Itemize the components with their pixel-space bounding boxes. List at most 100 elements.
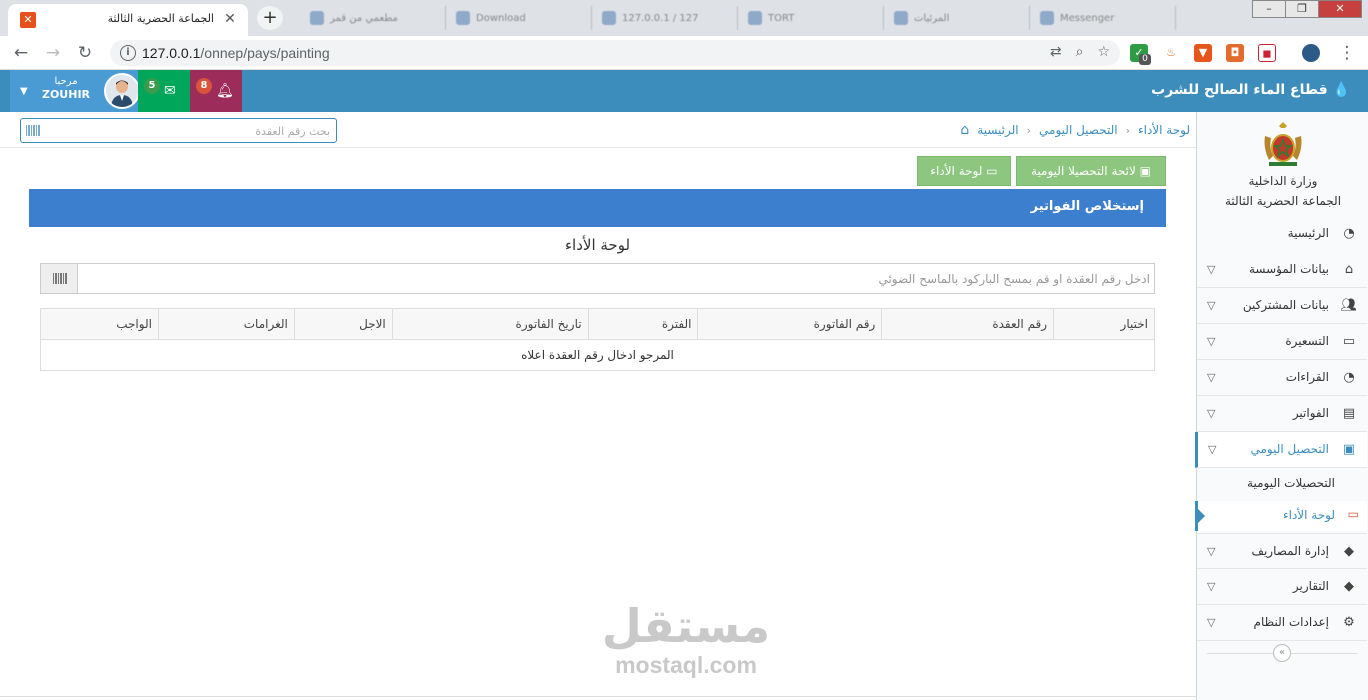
sidebar-item-pricing[interactable]: ▭ التسعيرة ▽ [1197,324,1367,360]
user-menu[interactable]: ▼ مرحبا ZOUHIR [10,70,140,112]
url-host: 127.0.0.1 [142,45,201,61]
messages-badge: 5 [144,78,160,94]
extension-ublock-icon[interactable]: ◼ [1258,44,1276,62]
sidebar-subitem-dashboard[interactable]: لوحة الأداء ▭ [1195,501,1367,531]
column-header-penalties[interactable]: الغرامات [157,308,295,340]
translate-icon[interactable]: ⇄ [1050,44,1062,60]
tab-favicon-icon [748,11,762,25]
background-tab[interactable]: مطعمي من قمر [300,6,446,30]
column-header-invoice-number[interactable]: رقم الفاتورة [697,308,883,340]
subbar: ⌂ الرئيسية ‹ التحصيل اليومي ‹ لوحة الأدا… [0,112,1196,148]
users-icon: 👥︎ [1340,298,1357,313]
extension-badge: 0 [1139,54,1151,65]
home-icon: ⌂ [1344,262,1354,277]
breadcrumb-daily-collection[interactable]: التحصيل اليومي [1039,123,1118,137]
money-icon: ▣ [1139,164,1151,178]
contract-search-box [20,118,337,143]
breadcrumb-dashboard[interactable]: لوحة الأداء [1138,123,1190,137]
background-tab-title: Download [476,12,526,24]
sidebar-item-readings[interactable]: ◔ القراءات ▽ [1197,360,1367,396]
app-brand[interactable]: 💧 قطاع الماء الصالح للشرب [1151,82,1350,98]
brand-title: قطاع الماء الصالح للشرب [1151,82,1328,98]
background-tab[interactable]: Download [446,6,592,30]
notifications-badge: 8 [196,78,212,94]
address-bar[interactable]: i 127.0.0.1/onnep/pays/painting ⇄ ⌕ ☆ [110,40,1120,66]
sidebar-item-label: بيانات المؤسسة [1248,262,1329,276]
background-tab[interactable]: TORT [738,6,884,30]
column-header-due-date[interactable]: الاجل [293,308,393,340]
chevron-down-icon: ▽ [1207,299,1216,312]
daily-collections-list-label: لائحة التحصيلا اليومية [1030,164,1136,178]
sidebar-item-settings[interactable]: ⚙ إعدادات النظام ▽ [1197,605,1367,641]
user-avatar-icon [111,80,133,107]
sidebar-item-expenses[interactable]: ◆ إدارة المصاريف ▽ [1197,533,1367,569]
browser-tab-title: الجماعة الحضرية الثالثة [107,12,214,25]
column-header-invoice-date[interactable]: تاريخ الفاتورة [391,308,589,340]
browser-menu-icon[interactable]: ⋮ [1336,42,1358,64]
file-icon: ▤ [1342,406,1356,421]
new-tab-button[interactable]: + [257,6,283,30]
background-tab-title: TORT [768,12,795,24]
contract-barcode-input[interactable] [90,268,1150,289]
footer-divider [0,696,1196,697]
zoom-icon[interactable]: ⌕ [1076,44,1084,60]
background-tab[interactable]: 127.0.0.1 / 127 [592,6,738,30]
barcode-addon[interactable] [41,264,78,293]
column-header-period[interactable]: الفترة [587,308,699,340]
bookmark-star-icon[interactable]: ☆ [1097,44,1110,60]
brave-shield-icon[interactable]: ▼ [1194,44,1212,62]
sidebar-item-reports[interactable]: ◆ التقارير ▽ [1197,569,1367,605]
sidebar-item-daily-collection[interactable]: ▣ التحصيل اليومي ▽ [1195,432,1367,468]
sidebar-item-label: إدارة المصاريف [1251,544,1329,558]
monitor-icon: ▭ [986,164,998,178]
dashboard-button[interactable]: ▭ لوحة الأداء [917,156,1011,186]
sidebar-item-home[interactable]: ◔ الرئيسية [1197,216,1367,252]
column-header-contract-number[interactable]: رقم العقدة [881,308,1055,340]
sidebar-item-invoices[interactable]: ▤ الفواتير ▽ [1197,396,1367,432]
chevron-down-icon: ▽ [1207,263,1216,276]
money-icon: ▣ [1342,442,1356,457]
active-pointer-icon [1197,508,1205,524]
address-url[interactable]: 127.0.0.1/onnep/pays/painting [142,45,330,61]
maximize-button[interactable]: ❐ [1285,0,1319,18]
extension-bag-icon[interactable]: ◘ [1226,44,1244,62]
tab-favicon-icon [602,11,616,25]
chevron-down-icon: ▽ [1207,371,1216,384]
panel-title: إستخلاص الفواتير [1030,199,1144,214]
watermark-latin: mostaql.com [615,652,757,678]
watermark-arabic: مستقل [601,599,771,653]
org-ministry: وزارة الداخلية [1248,174,1318,188]
back-arrow-icon[interactable]: ← [10,42,32,64]
sidebar-collapse-button[interactable]: « [1273,644,1291,662]
breadcrumb-home[interactable]: الرئيسية [977,123,1018,137]
notifications-button[interactable]: 8 🔔︎ [190,70,242,112]
org-commune: الجماعة الحضرية الثالثة [1224,194,1342,208]
column-header-select[interactable]: اختيار [1053,308,1155,340]
profile-avatar-icon[interactable] [1302,44,1320,62]
messages-button[interactable]: 5 ✉ [138,70,190,112]
browser-tab-active[interactable]: ✕ الجماعة الحضرية الثالثة ✕ [8,4,248,36]
window-close-button[interactable]: ✕ [1318,0,1362,18]
table-header-row: اختيار رقم العقدة رقم الفاتورة الفترة تا… [40,308,1155,340]
sidebar-item-subscribers[interactable]: 👥︎ بيانات المشتركين ▽ [1197,288,1367,324]
background-tab[interactable]: المرئيات [884,6,1030,30]
sidebar-subitem-daily-collections[interactable]: التحصيلات اليومية [1197,469,1367,499]
bell-icon: 🔔︎ [216,83,234,99]
home-icon[interactable]: ⌂ [960,122,969,138]
extension-flame-icon[interactable]: ♨ [1162,44,1180,62]
chevron-left-icon: ‹ [1125,123,1130,137]
sidebar-item-institution[interactable]: ⌂ بيانات المؤسسة ▽ [1197,252,1367,288]
daily-collections-list-button[interactable]: ▣ لائحة التحصيلا اليومية [1016,156,1166,186]
column-header-amount-due[interactable]: الواجب [40,308,159,340]
contract-search-input[interactable] [50,122,330,140]
forward-arrow-icon[interactable]: → [42,42,64,64]
chevron-left-icon: ‹ [1026,123,1032,137]
background-tab[interactable]: Messenger [1030,6,1176,30]
credit-card-icon: ▭ [1342,334,1356,349]
reload-icon[interactable]: ↻ [74,42,96,64]
sidebar-item-label: الفواتير [1292,406,1329,420]
minimize-button[interactable]: – [1252,0,1286,18]
window-controls: – ❐ ✕ [1252,0,1362,18]
site-info-icon[interactable]: i [120,45,136,61]
tab-close-icon[interactable]: ✕ [222,11,238,27]
